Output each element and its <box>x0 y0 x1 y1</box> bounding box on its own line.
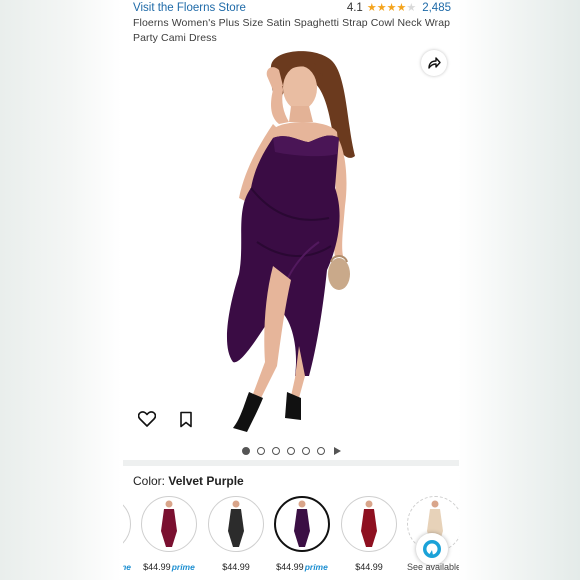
prime-badge: prime <box>171 562 195 572</box>
swatch-image <box>123 496 131 552</box>
pagination-dot[interactable] <box>316 447 325 455</box>
swatch-price: $44.99 <box>276 562 304 572</box>
prime-badge: prime <box>304 562 328 572</box>
share-button[interactable] <box>421 50 447 76</box>
color-swatch[interactable]: $44.99prime <box>141 496 197 572</box>
share-icon <box>428 57 441 69</box>
pagination-dot[interactable] <box>241 447 250 455</box>
product-image-gallery[interactable] <box>123 46 459 440</box>
star-icon: ★ <box>376 1 387 14</box>
rating-summary[interactable]: 4.1 ★ ★ ★ ★ ★ 2,485 <box>347 2 451 14</box>
play-icon[interactable] <box>333 447 341 455</box>
store-link[interactable]: Visit the Floerns Store <box>133 2 246 14</box>
color-swatch[interactable]: ne <box>123 496 131 572</box>
rating-value: 4.1 <box>346 2 363 14</box>
color-swatch-selected[interactable]: $44.99prime <box>274 496 330 572</box>
color-label: Color: <box>133 474 166 488</box>
swatch-image <box>141 496 197 552</box>
bookmark-icon <box>180 411 192 427</box>
product-header: Visit the Floerns Store 4.1 ★ ★ ★ ★ ★ 2,… <box>133 0 451 46</box>
product-photo <box>226 51 355 432</box>
heart-icon <box>138 411 156 427</box>
alexa-button[interactable] <box>416 533 448 565</box>
wishlist-button[interactable] <box>136 408 158 430</box>
gallery-pagination <box>123 445 459 457</box>
pagination-dot[interactable] <box>256 447 265 455</box>
color-selector-label: Color: Velvet Purple <box>133 474 244 488</box>
swatch-image <box>274 496 330 552</box>
swatch-price: $44.99 <box>222 562 250 572</box>
color-swatch[interactable]: $44.99 <box>341 496 397 572</box>
pagination-dot[interactable] <box>286 447 295 455</box>
star-rating: ★ ★ ★ ★ ★ <box>366 1 417 14</box>
star-icon: ★ <box>366 1 377 14</box>
section-divider <box>123 460 459 466</box>
product-title: Floerns Women's Plus Size Satin Spaghett… <box>133 17 451 44</box>
star-empty-icon: ★ <box>406 1 417 14</box>
product-page: Visit the Floerns Store 4.1 ★ ★ ★ ★ ★ 2,… <box>123 0 459 580</box>
selected-color-name: Velvet Purple <box>168 474 244 488</box>
alexa-icon <box>423 540 441 558</box>
swatch-image <box>208 496 264 552</box>
pagination-dot[interactable] <box>271 447 280 455</box>
star-icon: ★ <box>396 1 407 14</box>
swatch-image <box>341 496 397 552</box>
swatch-price: $44.99 <box>355 562 383 572</box>
color-swatch[interactable]: $44.99 <box>208 496 264 572</box>
review-count-link[interactable]: 2,485 <box>422 2 451 14</box>
color-swatch-carousel[interactable]: ne $44.99prime $44.99 <box>123 496 459 580</box>
save-to-list-button[interactable] <box>175 408 197 430</box>
swatch-price: $44.99 <box>143 562 171 572</box>
star-icon: ★ <box>386 1 397 14</box>
pagination-dot[interactable] <box>301 447 310 455</box>
prime-badge: ne <box>123 562 131 572</box>
